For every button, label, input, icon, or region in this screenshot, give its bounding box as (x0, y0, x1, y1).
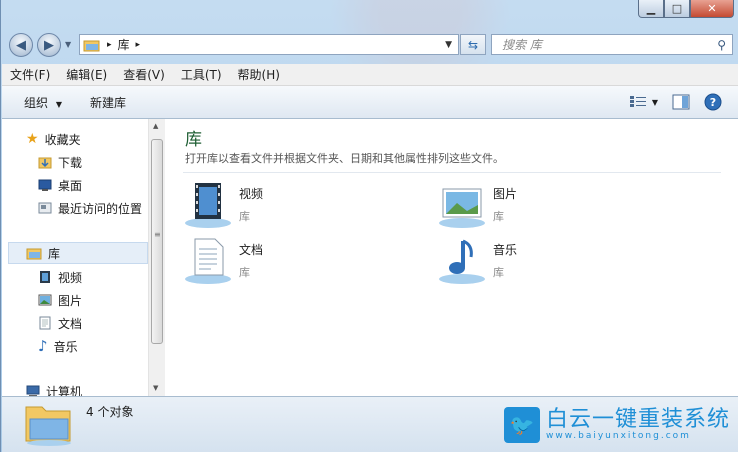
close-button[interactable]: ✕ (690, 0, 734, 18)
page-subtitle: 打开库以查看文件并根据文件夹、日期和其他属性排列这些文件。 (185, 152, 504, 165)
scroll-down-icon[interactable]: ▼ (153, 384, 158, 392)
breadcrumb-library[interactable]: 库 (118, 36, 130, 53)
address-bar[interactable]: ▸ 库 ▸ ▼ (79, 34, 459, 55)
minimize-button[interactable]: ▁ (638, 0, 664, 18)
nav-item-pictures[interactable]: 图片 (38, 290, 82, 310)
back-arrow-icon: ◀ (16, 37, 26, 53)
view-options-button[interactable]: ▼ (629, 96, 658, 108)
refresh-button[interactable]: ⇆ (460, 34, 486, 55)
nav-item-downloads[interactable]: 下载 (38, 152, 82, 172)
help-icon[interactable]: ? (704, 93, 722, 111)
nav-favorites[interactable]: ★ 收藏夹 (26, 129, 81, 149)
preview-pane-icon[interactable] (672, 94, 690, 110)
maximize-button[interactable]: □ (664, 0, 690, 18)
svg-text:?: ? (710, 96, 716, 109)
library-item-pictures[interactable]: 图片 库 (437, 181, 517, 229)
computer-icon (26, 385, 40, 396)
pictures-library-icon (439, 188, 485, 228)
star-icon: ★ (26, 131, 39, 147)
menu-edit[interactable]: 编辑(E) (58, 66, 115, 83)
recent-pages-chevron-icon[interactable]: ▼ (65, 40, 71, 49)
grip-icon: ≡ (154, 230, 161, 239)
menu-file[interactable]: 文件(F) (2, 66, 58, 83)
watermark: 🐦 白云一键重装系统 www.baiyunxitong.com (503, 405, 730, 445)
forward-arrow-icon: ▶ (44, 37, 54, 53)
nav-scrollbar[interactable]: ▲ ≡ ▼ (148, 119, 165, 396)
organize-label: 组织 (24, 95, 49, 110)
search-box[interactable]: ⚲ (491, 34, 733, 55)
library-folder-icon (83, 40, 100, 51)
picture-icon (38, 294, 52, 306)
library-folder-large-icon (25, 406, 71, 446)
nav-item-music[interactable]: ♪ 音乐 (38, 336, 78, 356)
nav-item-documents[interactable]: 文档 (38, 313, 82, 333)
library-item-music[interactable]: 音乐 库 (437, 237, 517, 285)
nav-item-recent-places[interactable]: 最近访问的位置 (38, 198, 142, 218)
menu-view[interactable]: 查看(V) (115, 66, 173, 83)
address-dropdown-icon[interactable]: ▼ (445, 40, 452, 50)
item-count: 4 个对象 (86, 405, 134, 419)
library-name: 视频 (239, 187, 264, 201)
menu-tools[interactable]: 工具(T) (173, 66, 230, 83)
library-name: 音乐 (493, 243, 518, 257)
music-library-icon (439, 239, 485, 284)
library-type: 库 (493, 210, 504, 223)
nav-computer[interactable]: 计算机 (26, 381, 82, 396)
navigation-pane: ★ 收藏夹 下载 桌面 最近访问的位置 库 视频 图片 文档 ♪ 音乐 计算机 (2, 119, 148, 396)
new-library-button[interactable]: 新建库 (80, 94, 136, 111)
watermark-brand: 白云一键重装系统 (545, 407, 730, 432)
menu-help[interactable]: 帮助(H) (230, 66, 288, 83)
video-icon (40, 271, 50, 283)
recent-places-icon (38, 202, 52, 214)
download-folder-icon (38, 157, 52, 169)
library-folder-icon (26, 248, 42, 260)
forward-button[interactable]: ▶ (37, 33, 61, 57)
library-item-videos[interactable]: 视频 库 (183, 181, 263, 229)
search-input[interactable] (500, 36, 704, 53)
page-title: 库 (185, 130, 202, 150)
scroll-up-icon[interactable]: ▲ (153, 122, 158, 130)
content-pane: 库 打开库以查看文件并根据文件夹、日期和其他属性排列这些文件。 视频 库 图片 … (165, 119, 738, 396)
chevron-down-icon: ▼ (55, 99, 62, 109)
desktop-icon (38, 179, 52, 191)
view-list-icon (629, 96, 646, 107)
nav-libraries[interactable]: 库 (26, 243, 60, 263)
document-icon (39, 316, 51, 330)
menu-bar: 文件(F) 编辑(E) 查看(V) 工具(T) 帮助(H) (2, 64, 738, 86)
library-type: 库 (493, 266, 504, 279)
chevron-down-icon: ▼ (651, 97, 658, 107)
library-type: 库 (239, 266, 250, 279)
divider (183, 172, 721, 173)
library-name: 图片 (493, 187, 518, 201)
caption-buttons: ▁ □ ✕ (638, 0, 734, 19)
refresh-icon: ⇆ (467, 37, 479, 52)
nav-item-desktop[interactable]: 桌面 (38, 175, 82, 195)
nav-item-videos[interactable]: 视频 (38, 267, 82, 287)
watermark-url: www.baiyunxitong.com (545, 431, 691, 441)
video-library-icon (185, 183, 231, 228)
library-type: 库 (239, 210, 250, 223)
explorer-window: ▁ □ ✕ ◀ ▶ ▼ ▸ 库 ▸ ▼ ⇆ ⚲ 文件(F) 编辑(E) 查看(V… (0, 0, 738, 452)
library-name: 文档 (239, 243, 264, 257)
command-bar: 组织 ▼ 新建库 ▼ ? (2, 86, 738, 119)
breadcrumb-separator-icon[interactable]: ▸ (107, 40, 112, 50)
bird-logo-icon: 🐦 (503, 407, 540, 443)
music-note-icon: ♪ (38, 337, 48, 355)
documents-library-icon (185, 238, 231, 284)
search-icon[interactable]: ⚲ (717, 38, 726, 52)
back-button[interactable]: ◀ (9, 33, 33, 57)
scroll-thumb[interactable]: ≡ (151, 139, 163, 344)
organize-button[interactable]: 组织 ▼ (2, 94, 72, 111)
breadcrumb-separator-icon[interactable]: ▸ (136, 40, 141, 50)
library-item-documents[interactable]: 文档 库 (183, 237, 263, 285)
